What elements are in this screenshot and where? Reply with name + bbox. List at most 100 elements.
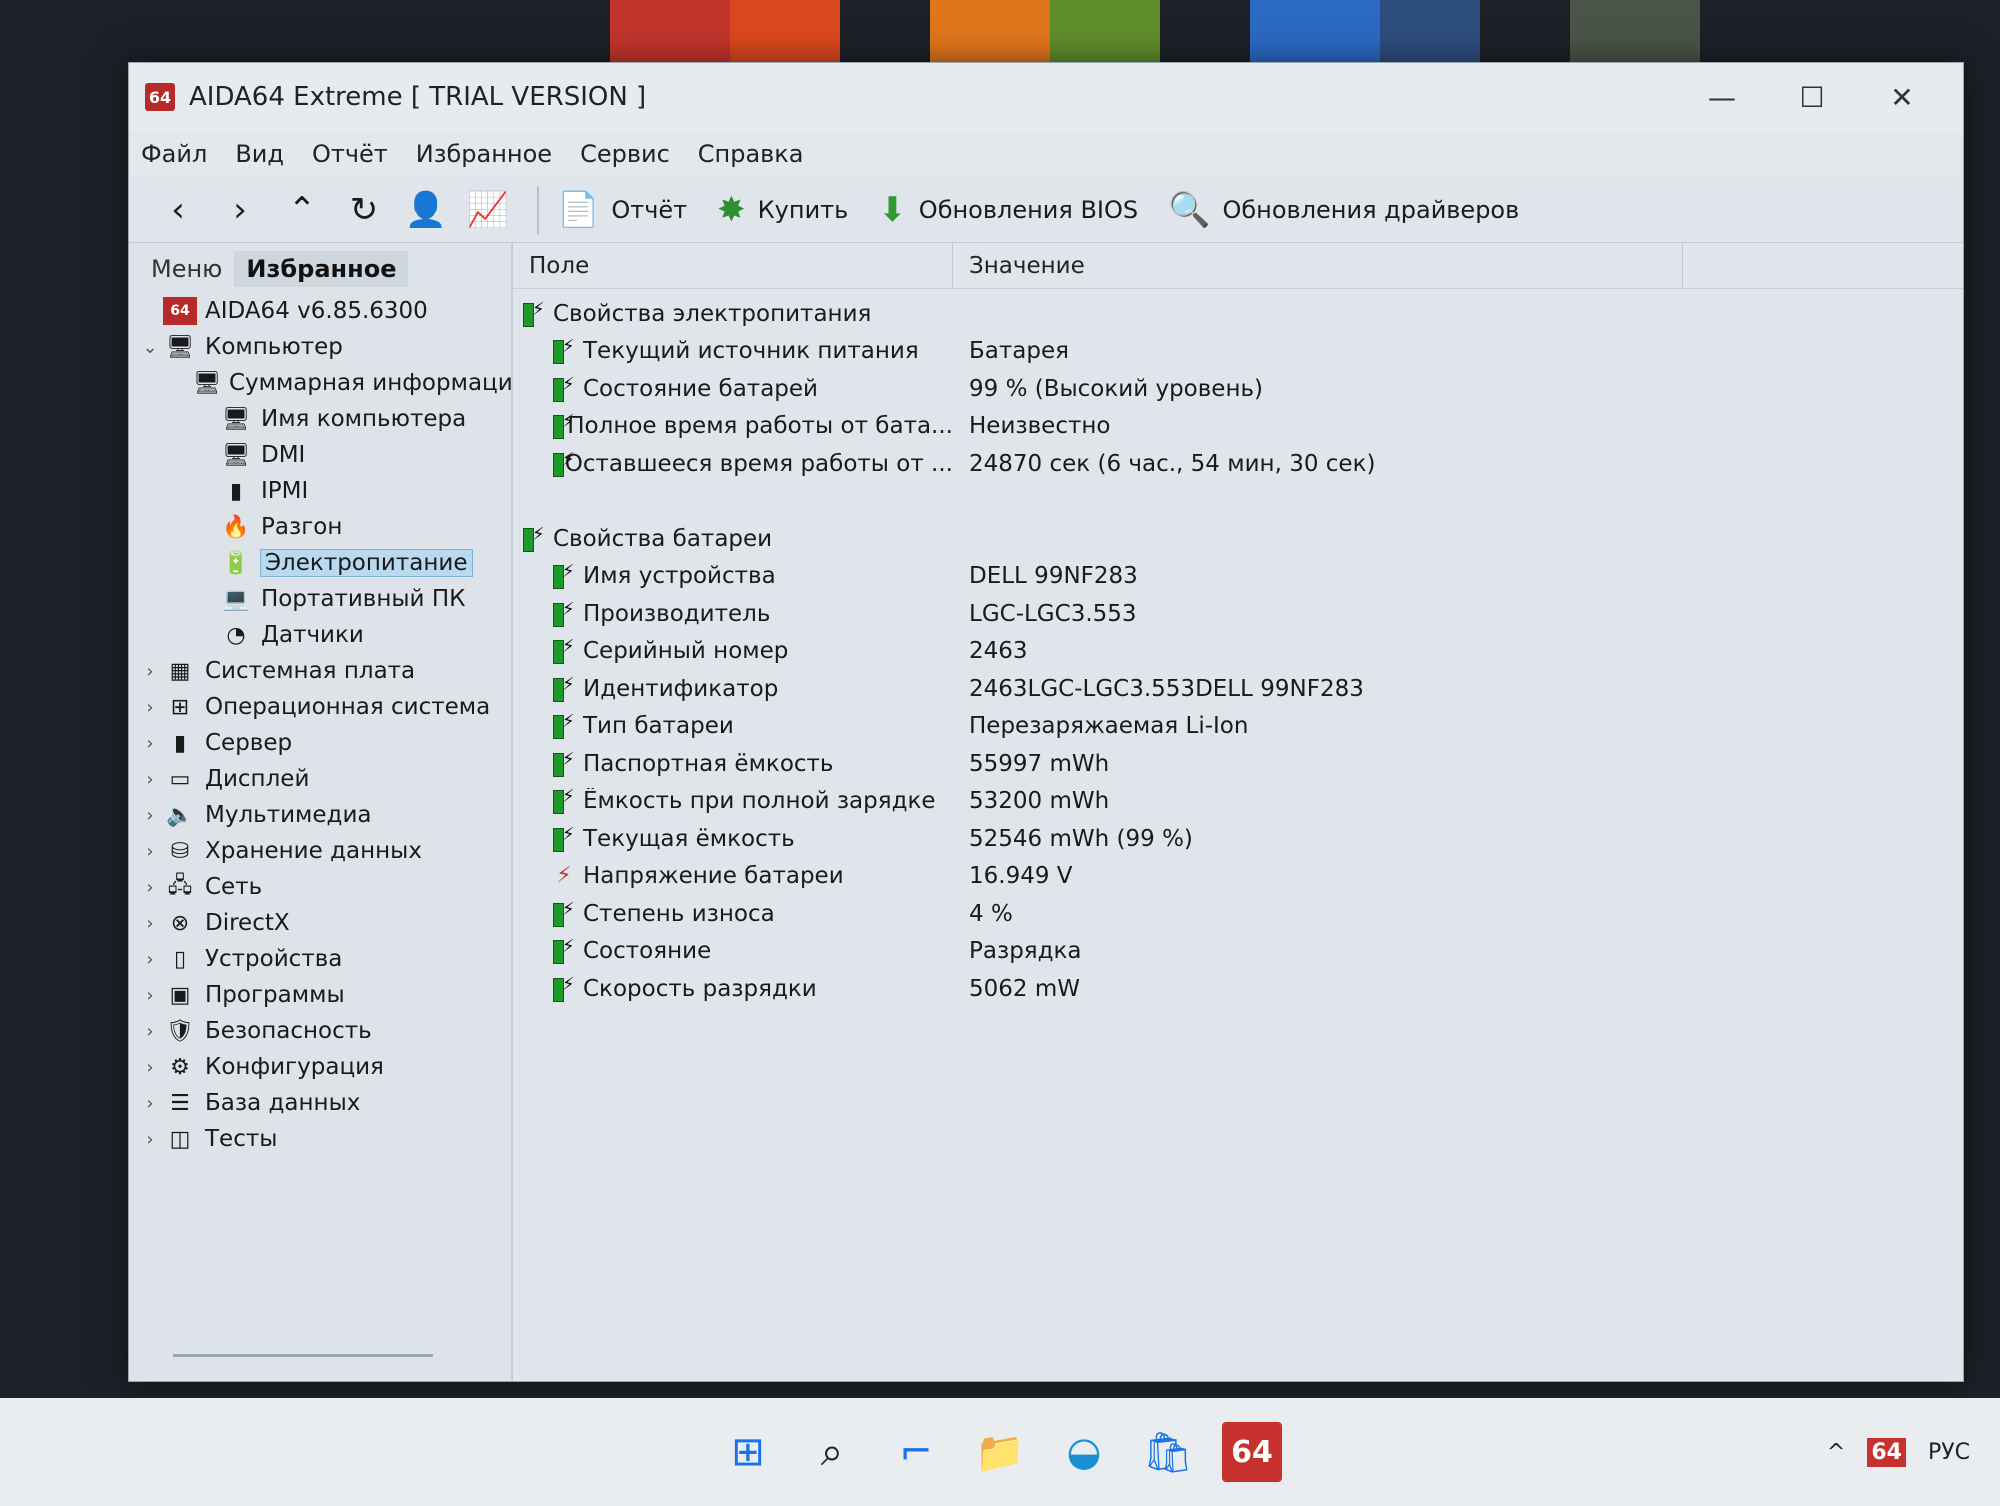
edge-icon[interactable]: ◒ [1054, 1422, 1114, 1482]
tree-item[interactable]: › ▯ Устройства [129, 941, 511, 977]
expand-toggle-icon[interactable]: › [137, 697, 163, 718]
property-row[interactable]: Производитель LGC-LGC3.553 [513, 595, 1963, 633]
folder-icon[interactable]: 📁 [970, 1422, 1030, 1482]
tree-item-label: Компьютер [205, 334, 343, 360]
property-row[interactable]: Идентификатор 2463LGC-LGC3.553DELL 99NF28… [513, 670, 1963, 708]
tree-item[interactable]: › ▣ Программы [129, 977, 511, 1013]
expand-toggle-icon[interactable]: › [137, 985, 163, 1006]
tray-aida64-icon[interactable]: 64 [1867, 1437, 1906, 1467]
menu-help[interactable]: Справка [698, 140, 804, 168]
tree-item[interactable]: › ⊗ DirectX [129, 905, 511, 941]
tree-item[interactable]: › ▦ Системная плата [129, 653, 511, 689]
expand-toggle-icon[interactable]: › [137, 1129, 163, 1150]
column-value-header[interactable]: Значение [953, 242, 1683, 289]
tab-favorites[interactable]: Избранное [234, 251, 409, 287]
report-button[interactable]: 📄 Отчёт [557, 190, 687, 230]
property-row[interactable]: Текущая ёмкость 52546 mWh (99 %) [513, 820, 1963, 858]
expand-toggle-icon[interactable]: › [137, 1057, 163, 1078]
window-title: AIDA64 Extreme [ TRIAL VERSION ] [189, 82, 647, 112]
property-row[interactable]: Состояние батарей 99 % (Высокий уровень) [513, 370, 1963, 408]
forward-icon[interactable]: › [209, 185, 271, 235]
tree-item[interactable]: › ⚙ Конфигурация [129, 1049, 511, 1085]
tree-item-label: Дисплей [205, 766, 310, 792]
property-row[interactable]: Текущий источник питания Батарея [513, 333, 1963, 371]
property-row[interactable]: Паспортная ёмкость 55997 mWh [513, 745, 1963, 783]
minimize-button[interactable]: — [1677, 67, 1767, 127]
expand-toggle-icon[interactable]: › [137, 1093, 163, 1114]
refresh-icon[interactable]: ↻ [333, 185, 395, 235]
tree-item[interactable]: › ⛁ Хранение данных [129, 833, 511, 869]
search-icon[interactable]: ⌕ [802, 1422, 862, 1482]
tree-item[interactable]: 🖥 Имя компьютера [129, 401, 511, 437]
windows-start-icon[interactable]: ⊞ [718, 1422, 778, 1482]
tab-menu[interactable]: Меню [139, 251, 234, 287]
menu-service[interactable]: Сервис [580, 140, 670, 168]
expand-toggle-icon[interactable]: › [137, 949, 163, 970]
chart-icon[interactable]: 📈 [457, 185, 519, 235]
store-icon[interactable]: 🛍 [1138, 1422, 1198, 1482]
aida64-icon[interactable]: 64 [1222, 1422, 1282, 1482]
tree-item[interactable]: › 🖧 Сеть [129, 869, 511, 905]
driver-update-button[interactable]: 🔍 Обновления драйверов [1168, 190, 1519, 230]
property-row[interactable]: Серийный номер 2463 [513, 633, 1963, 671]
bios-update-button[interactable]: ⬇ Обновления BIOS [878, 190, 1138, 230]
speaker-icon: 🔈 [166, 802, 194, 828]
property-row[interactable]: Ёмкость при полной зарядке 53200 mWh [513, 783, 1963, 821]
widgets-icon[interactable]: ⌐ [886, 1422, 946, 1482]
tree-item[interactable]: › ▭ Дисплей [129, 761, 511, 797]
tree-item[interactable]: 🖥 Суммарная информация [129, 365, 511, 401]
tree-item[interactable]: ⌄ 🖥 Компьютер [129, 329, 511, 365]
tree-item[interactable]: 💻 Портативный ПК [129, 581, 511, 617]
group-header-row[interactable]: Свойства батареи [513, 520, 1963, 558]
tree-item[interactable]: 64 AIDA64 v6.85.6300 [129, 293, 511, 329]
close-button[interactable]: ✕ [1857, 67, 1947, 127]
property-row[interactable]: Скорость разрядки 5062 mW [513, 970, 1963, 1008]
tray-overflow-icon[interactable]: ^ [1827, 1440, 1845, 1465]
tree-item[interactable]: › ◫ Тесты [129, 1121, 511, 1157]
group-header-row[interactable]: Свойства электропитания [513, 295, 1963, 333]
expand-toggle-icon[interactable]: › [137, 841, 163, 862]
property-row[interactable]: Состояние Разрядка [513, 933, 1963, 971]
expand-toggle-icon[interactable]: › [137, 733, 163, 754]
tree-item[interactable]: › 🔈 Мультимедиа [129, 797, 511, 833]
menu-file[interactable]: Файл [141, 140, 207, 168]
expand-toggle-icon[interactable]: › [137, 769, 163, 790]
back-icon[interactable]: ‹ [147, 185, 209, 235]
up-icon[interactable]: ⌃ [271, 185, 333, 235]
expand-toggle-icon[interactable]: › [137, 913, 163, 934]
menu-report[interactable]: Отчёт [312, 140, 388, 168]
toolbar-separator [537, 185, 539, 234]
tree-item[interactable]: 🖥 DMI [129, 437, 511, 473]
expand-toggle-icon[interactable]: › [137, 877, 163, 898]
tree-item[interactable]: ◔ Датчики [129, 617, 511, 653]
property-row[interactable]: Тип батареи Перезаряжаемая Li-Ion [513, 708, 1963, 746]
expand-toggle-icon[interactable]: ⌄ [137, 337, 163, 358]
column-field-header[interactable]: Поле [513, 242, 953, 289]
tree-item[interactable]: › 🛡 Безопасность [129, 1013, 511, 1049]
property-row[interactable]: Имя устройства DELL 99NF283 [513, 558, 1963, 596]
language-indicator[interactable]: РУС [1928, 1440, 1970, 1465]
tree-item[interactable]: › ☰ База данных [129, 1085, 511, 1121]
maximize-button[interactable]: ☐ [1767, 67, 1857, 127]
expand-toggle-icon[interactable]: › [137, 805, 163, 826]
property-row[interactable]: ⚡ Напряжение батареи 16.949 V [513, 858, 1963, 896]
property-row[interactable]: Полное время работы от бата... Неизвестно [513, 408, 1963, 446]
horizontal-scrollbar[interactable] [173, 1354, 433, 1357]
expand-toggle-icon[interactable]: › [137, 1021, 163, 1042]
property-row[interactable]: Оставшееся время работы от ... 24870 сек … [513, 445, 1963, 483]
battery-plug-icon [551, 376, 577, 402]
tree-item[interactable]: 🔥 Разгон [129, 509, 511, 545]
tree-item[interactable]: 🔋 Электропитание [129, 545, 511, 581]
property-row[interactable]: Степень износа 4 % [513, 895, 1963, 933]
menu-view[interactable]: Вид [235, 140, 284, 168]
buy-button[interactable]: ✸ Купить [717, 190, 848, 230]
tree-item[interactable]: › ▮ Сервер [129, 725, 511, 761]
tree-item[interactable]: › ⊞ Операционная система [129, 689, 511, 725]
user-icon[interactable]: 👤 [395, 185, 457, 235]
tree-item[interactable]: ▮ IPMI [129, 473, 511, 509]
tree-item-label: Портативный ПК [261, 586, 466, 612]
menu-favorites[interactable]: Избранное [416, 140, 552, 168]
title-bar: 64 AIDA64 Extreme [ TRIAL VERSION ] — ☐ … [129, 63, 1963, 131]
expand-toggle-icon[interactable]: › [137, 661, 163, 682]
display-icon: ▭ [169, 766, 191, 792]
